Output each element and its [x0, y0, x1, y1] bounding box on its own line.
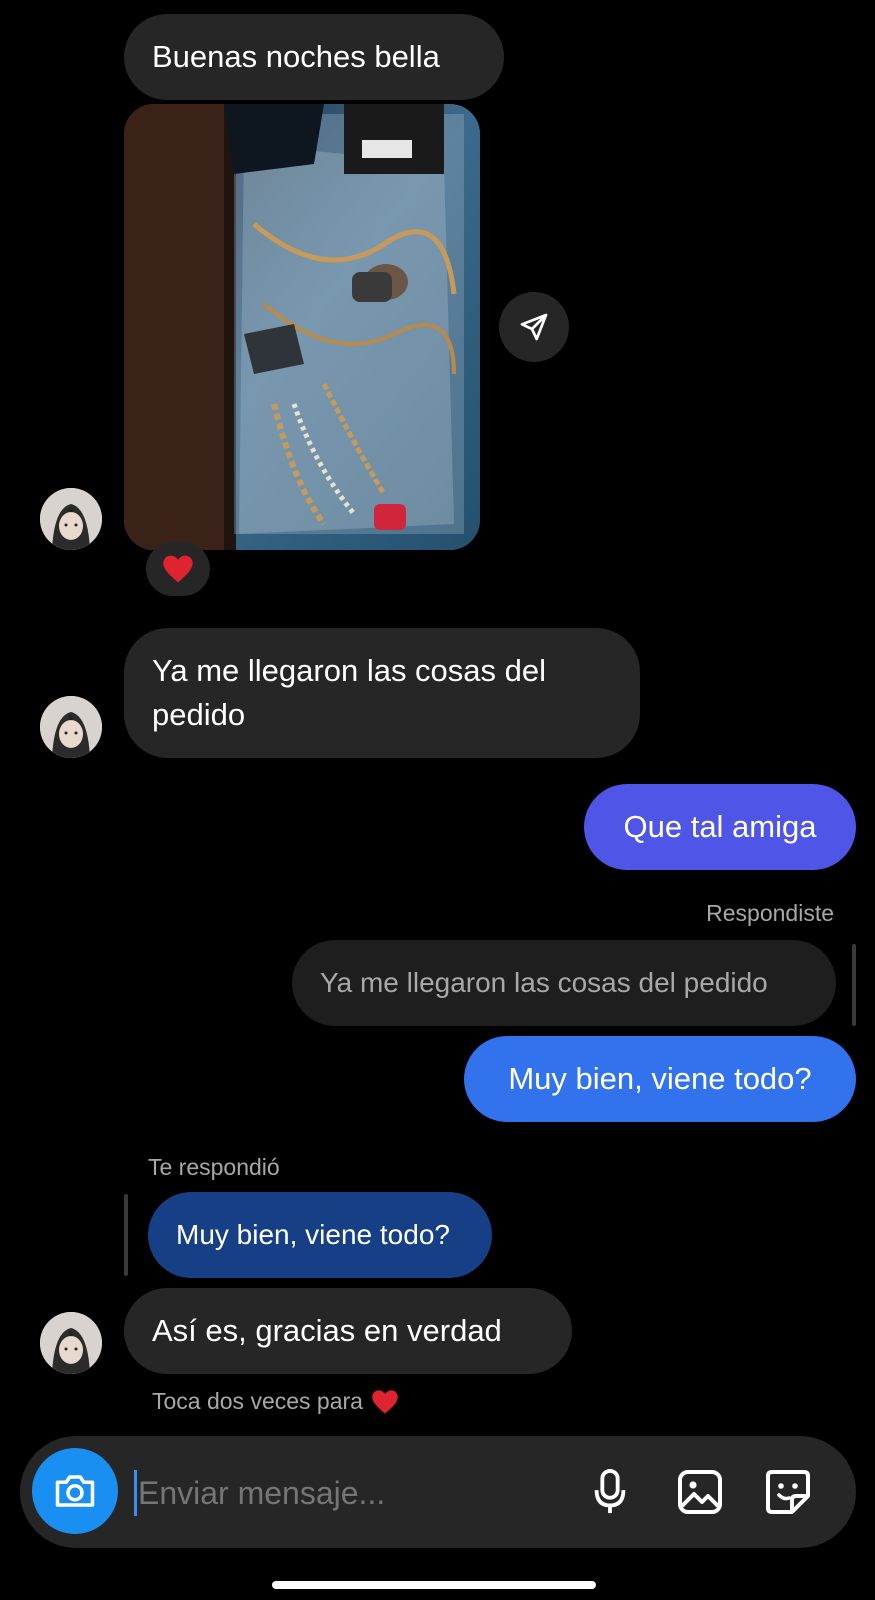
- microphone-button[interactable]: [582, 1464, 638, 1520]
- message-text: Buenas noches bella: [152, 39, 440, 74]
- quote-bar: [852, 944, 856, 1026]
- avatar-image: [40, 696, 102, 758]
- message-bubble-outgoing[interactable]: Muy bien, viene todo?: [464, 1036, 856, 1122]
- message-bubble-arrived[interactable]: Ya me llegaron las cosas del pedido: [124, 628, 640, 758]
- message-input[interactable]: [136, 1466, 560, 1520]
- message-text: Que tal amiga: [623, 809, 817, 844]
- avatar-image: [40, 1312, 102, 1374]
- contact-avatar[interactable]: [40, 488, 102, 550]
- contact-avatar[interactable]: [40, 1312, 102, 1374]
- message-text: Así es, gracias en verdad: [152, 1313, 502, 1348]
- quote-text: Ya me llegaron las cosas del pedido: [320, 967, 768, 998]
- gallery-button[interactable]: [672, 1464, 728, 1520]
- contact-avatar[interactable]: [40, 696, 102, 758]
- message-bubble-outgoing[interactable]: Que tal amiga: [584, 784, 856, 870]
- hint-text: Toca dos veces para: [152, 1388, 363, 1414]
- quote-text: Muy bien, viene todo?: [176, 1219, 450, 1250]
- message-bubble-greeting[interactable]: Buenas noches bella: [124, 14, 504, 100]
- reply-quote-bubble[interactable]: Muy bien, viene todo?: [148, 1192, 492, 1278]
- reaction-badge[interactable]: [146, 542, 210, 596]
- camera-button[interactable]: [32, 1448, 118, 1534]
- reply-label: Respondiste: [706, 900, 834, 926]
- avatar-image: [40, 488, 102, 550]
- heart-icon: [372, 1389, 398, 1414]
- heart-icon: [163, 555, 193, 583]
- image-icon: [678, 1470, 722, 1514]
- share-button[interactable]: [499, 292, 569, 362]
- sticker-icon: [766, 1470, 810, 1514]
- quote-bar: [124, 1194, 128, 1276]
- photo-message[interactable]: [124, 104, 480, 550]
- reply-label: Te respondió: [148, 1154, 280, 1180]
- microphone-icon: [594, 1469, 626, 1514]
- send-icon: [520, 313, 548, 341]
- message-composer: [20, 1436, 856, 1548]
- sticker-button[interactable]: [760, 1464, 816, 1520]
- reply-quote-bubble[interactable]: Ya me llegaron las cosas del pedido: [292, 940, 836, 1026]
- camera-icon: [55, 1475, 95, 1507]
- message-bubble-asi-es[interactable]: Así es, gracias en verdad: [124, 1288, 572, 1374]
- message-text: Ya me llegaron las cosas del pedido: [152, 653, 547, 732]
- message-text: Muy bien, viene todo?: [508, 1061, 812, 1096]
- double-tap-hint: Toca dos veces para: [152, 1388, 399, 1415]
- jewelry-photo: [124, 104, 480, 550]
- home-indicator[interactable]: [272, 1581, 596, 1589]
